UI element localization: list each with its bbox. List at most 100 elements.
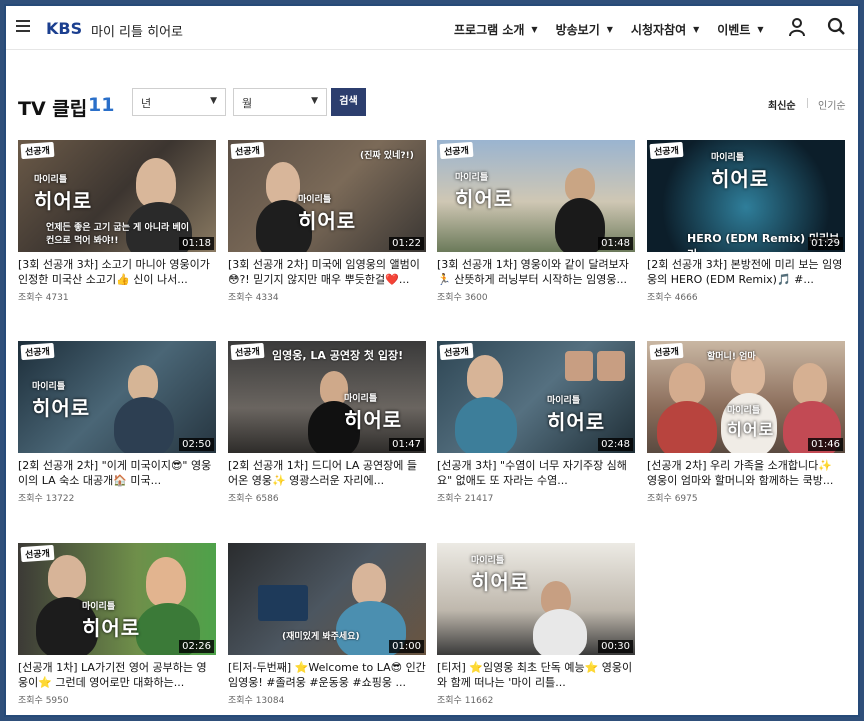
clip-thumbnail[interactable]: 선공개 마이리틀 히어로 02:50 xyxy=(18,341,216,453)
clip-title[interactable]: [선공개 2차] 우리 가족을 소개합니다✨ 영웅이 엄마와 할머니와 함께하는… xyxy=(647,458,845,488)
program-logo: 마이리틀 히어로 xyxy=(455,173,514,211)
person-image xyxy=(565,168,595,202)
person-image xyxy=(352,563,386,605)
month-select-value: 월 xyxy=(242,97,253,110)
clip-card[interactable]: 선공개 마이리틀 히어로 언제든 좋은 고기 굽는 게 아니라 베이컨으로 먹어 … xyxy=(18,140,216,303)
duration-badge: 01:48 xyxy=(598,237,633,250)
program-title[interactable]: 마이 리틀 히어로 xyxy=(91,21,183,40)
clip-title[interactable]: [티저-두번째] ⭐Welcome to LA😎 인간 임영웅! #졸려웅 #운… xyxy=(228,660,426,690)
preview-tag: 선공개 xyxy=(439,342,474,361)
clip-thumbnail[interactable]: 선공개 마이리틀 히어로 01:48 xyxy=(437,140,635,252)
program-logo: 마이리틀 히어로 xyxy=(727,406,775,439)
nav-viewer-participation[interactable]: 시청자참여 ▼ xyxy=(631,21,699,38)
search-button[interactable]: 검색 xyxy=(331,88,366,116)
view-count: 조회수 21417 xyxy=(437,494,494,504)
clip-thumbnail[interactable]: 선공개 마이리틀히어로 HERO (EDM Remix) 미리보기 01:29 xyxy=(647,140,845,252)
program-logo: 마이리틀 히어로 xyxy=(298,195,357,233)
program-logo: 마이리틀 히어로 xyxy=(471,556,530,594)
person-image xyxy=(48,555,86,599)
clip-card[interactable]: 선공개 마이리틀 히어로 02:48 [선공개 3차] "수염이 너무 자기주장 … xyxy=(437,341,635,504)
chevron-down-icon: ▼ xyxy=(210,96,217,106)
nav-event[interactable]: 이벤트 ▼ xyxy=(717,21,763,38)
clip-card[interactable]: 선공개 마이리틀 히어로 02:26 [선공개 1차] LA가기전 영어 공부하는… xyxy=(18,543,216,706)
clip-title[interactable]: [3회 선공개 1차] 영웅이와 같이 달려보자🏃 산뜻하게 러닝부터 시작하는… xyxy=(437,257,635,287)
clip-thumbnail[interactable]: (재미있게 봐주세요) 01:00 xyxy=(228,543,426,655)
monitor-image xyxy=(258,585,308,621)
user-icon[interactable] xyxy=(788,17,806,37)
clip-card[interactable]: 선공개 임영웅, LA 공연장 첫 입장! 마이리틀 히어로 01:47 [2회 … xyxy=(228,341,426,504)
nav-watch[interactable]: 방송보기 ▼ xyxy=(556,21,613,38)
clip-thumbnail[interactable]: 선공개 임영웅, LA 공연장 첫 입장! 마이리틀 히어로 01:47 xyxy=(228,341,426,453)
preview-tag: 선공개 xyxy=(20,544,55,563)
clip-title[interactable]: [2회 선공개 2차] "이게 미국이지😎" 영웅이의 LA 숙소 대공개🏠 미… xyxy=(18,458,216,488)
person-image xyxy=(467,355,503,399)
preview-tag: 선공개 xyxy=(230,141,265,160)
program-logo: 마이리틀 히어로 xyxy=(547,396,606,434)
clip-card[interactable]: 선공개 마이리틀 히어로 (진짜 있네?!) 01:22 [3회 선공개 2차] … xyxy=(228,140,426,303)
preview-tag: 선공개 xyxy=(20,342,55,361)
clip-title[interactable]: [티저] ⭐임영웅 최초 단독 예능⭐ 영웅이와 함께 떠나는 '마이 리틀..… xyxy=(437,660,635,690)
view-count: 조회수 3600 xyxy=(437,293,488,303)
duration-badge: 01:29 xyxy=(808,237,843,250)
person-image xyxy=(146,557,186,607)
clip-title[interactable]: [2회 선공개 1차] 드디어 LA 공연장에 들어온 영웅✨ 영광스러운 자리… xyxy=(228,458,426,488)
clip-count: 11 xyxy=(88,94,115,116)
duration-badge: 01:46 xyxy=(808,438,843,451)
clip-thumbnail[interactable]: 선공개 할머니! 엄마 마이리틀 히어로 01:46 xyxy=(647,341,845,453)
thumb-caption: (진짜 있네?!) xyxy=(360,151,414,161)
chevron-down-icon: ▼ xyxy=(606,25,613,34)
clip-thumbnail[interactable]: 선공개 마이리틀 히어로 (진짜 있네?!) 01:22 xyxy=(228,140,426,252)
clip-title[interactable]: [선공개 3차] "수염이 너무 자기주장 심해요" 없애도 또 자라는 수염.… xyxy=(437,458,635,488)
view-count: 조회수 13722 xyxy=(18,494,75,504)
clip-title[interactable]: [선공개 1차] LA가기전 영어 공부하는 영웅이⭐ 그런데 영어로만 대화하… xyxy=(18,660,216,690)
clip-card[interactable]: 선공개 마이리틀 히어로 01:48 [3회 선공개 1차] 영웅이와 같이 달려… xyxy=(437,140,635,303)
thumb-caption: (재미있게 봐주세요) xyxy=(282,632,360,642)
top-header: KBS 마이 리틀 히어로 프로그램 소개 ▼ 방송보기 ▼ 시청자참여 ▼ 이벤트 ▼ xyxy=(6,6,858,50)
menu-icon[interactable] xyxy=(16,20,30,34)
program-logo: 마이리틀 히어로 xyxy=(711,153,770,191)
person-image xyxy=(597,351,625,381)
clip-thumbnail[interactable]: 마이리틀 히어로 00:30 xyxy=(437,543,635,655)
preview-tag: 선공개 xyxy=(649,342,684,361)
view-count: 조회수 4731 xyxy=(18,293,69,303)
thumb-caption: 언제든 좋은 고기 굽는 게 아니라 베이컨으로 먹어 봐야!! xyxy=(46,223,190,246)
duration-badge: 01:00 xyxy=(389,640,424,653)
year-select-value: 년 xyxy=(141,97,152,110)
duration-badge: 02:26 xyxy=(179,640,214,653)
program-logo: 마이리틀 히어로 xyxy=(34,175,93,213)
clip-title[interactable]: [3회 선공개 3차] 소고기 마니아 영웅이가 인정한 미국산 소고기👍 신이… xyxy=(18,257,216,287)
page-title: TV 클립 xyxy=(18,98,88,120)
clip-card[interactable]: 선공개 마이리틀히어로 HERO (EDM Remix) 미리보기 01:29 … xyxy=(647,140,845,303)
clip-card[interactable]: 선공개 마이리틀 히어로 02:50 [2회 선공개 2차] "이게 미국이지😎"… xyxy=(18,341,216,504)
clip-card[interactable]: 선공개 할머니! 엄마 마이리틀 히어로 01:46 [선공개 2차] 우리 가족… xyxy=(647,341,845,504)
chevron-down-icon: ▼ xyxy=(531,25,538,34)
preview-tag: 선공개 xyxy=(230,342,265,361)
duration-badge: 02:50 xyxy=(179,438,214,451)
preview-tag: 선공개 xyxy=(20,141,55,160)
sort-popular[interactable]: 인기순 xyxy=(818,97,846,112)
nav-program-intro[interactable]: 프로그램 소개 ▼ xyxy=(454,21,538,38)
sort-latest[interactable]: 최신순 xyxy=(768,97,796,112)
clip-thumbnail[interactable]: 선공개 마이리틀 히어로 언제든 좋은 고기 굽는 게 아니라 베이컨으로 먹어 … xyxy=(18,140,216,252)
year-select[interactable]: 년 ▼ xyxy=(132,88,226,116)
clip-title[interactable]: [3회 선공개 2차] 미국에 임영웅의 앨범이😳?! 믿기지 않지만 매우 뿌… xyxy=(228,257,426,287)
clip-card[interactable]: (재미있게 봐주세요) 01:00 [티저-두번째] ⭐Welcome to L… xyxy=(228,543,426,706)
thumb-caption: 임영웅, LA 공연장 첫 입장! xyxy=(272,349,404,362)
clip-card[interactable]: 마이리틀 히어로 00:30 [티저] ⭐임영웅 최초 단독 예능⭐ 영웅이와 함… xyxy=(437,543,635,706)
search-icon[interactable] xyxy=(827,17,845,37)
person-image xyxy=(565,351,593,381)
person-image xyxy=(669,363,705,405)
month-select[interactable]: 월 ▼ xyxy=(233,88,327,116)
person-image xyxy=(455,397,517,453)
view-count: 조회수 4666 xyxy=(647,293,698,303)
person-image xyxy=(128,365,158,401)
chevron-down-icon: ▼ xyxy=(757,25,764,34)
kbs-logo[interactable]: KBS xyxy=(46,19,82,38)
view-count: 조회수 11662 xyxy=(437,696,494,706)
duration-badge: 02:48 xyxy=(598,438,633,451)
clip-title[interactable]: [2회 선공개 3차] 본방전에 미리 보는 임영웅의 HERO (EDM Re… xyxy=(647,257,845,287)
program-logo: 마이리틀 히어로 xyxy=(32,382,91,420)
preview-tag: 선공개 xyxy=(439,141,474,160)
clip-thumbnail[interactable]: 선공개 마이리틀 히어로 02:26 xyxy=(18,543,216,655)
clip-thumbnail[interactable]: 선공개 마이리틀 히어로 02:48 xyxy=(437,341,635,453)
